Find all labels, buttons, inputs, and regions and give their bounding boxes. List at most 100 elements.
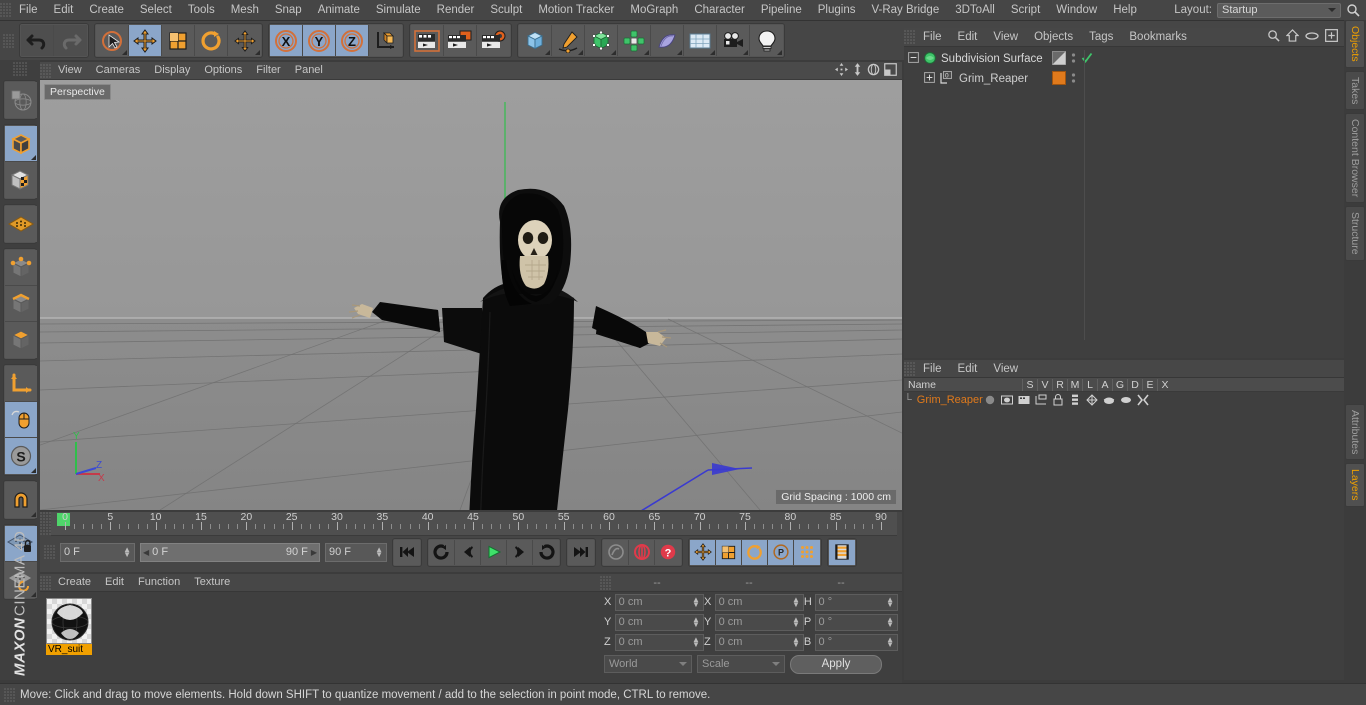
viewport-menu-display[interactable]: Display [147,62,197,79]
end-frame-field[interactable]: 90 F ▲ ▼ [325,542,387,562]
object-manager-grip[interactable] [904,30,915,44]
cube-primitive-button[interactable] [519,25,552,56]
layers-menu-file[interactable]: File [915,359,950,379]
spinner-icon[interactable]: ▲ ▼ [792,636,800,649]
spinner-icon[interactable]: ▲ ▼ [792,616,800,629]
menu-snap[interactable]: Snap [267,0,310,20]
menu-plugins[interactable]: Plugins [810,0,864,20]
menubar-grip[interactable] [0,3,11,17]
key-rotation-button[interactable] [742,539,768,565]
timeline-controls-grip[interactable] [44,545,55,559]
material-menu-create[interactable]: Create [51,574,98,591]
material-chip[interactable]: VR_suit [46,598,94,655]
layer-expression-icon[interactable] [1119,394,1134,406]
layers-rows[interactable]: └ Grim_Reaper [904,392,1344,407]
home-icon[interactable] [1285,29,1300,45]
coordinate-input[interactable]: 0 ° ▲ ▼ [814,633,898,651]
maximize-view-icon[interactable] [884,62,897,79]
menu-mesh[interactable]: Mesh [223,0,267,20]
menu-motion-tracker[interactable]: Motion Tracker [530,0,622,20]
viewport-solo-icon[interactable] [5,402,37,438]
layer-lock-icon[interactable] [1051,393,1066,406]
spinner-icon[interactable]: ▲ ▼ [375,546,383,559]
axis-mode-icon[interactable] [5,366,37,402]
deformer-button[interactable] [651,25,684,56]
search-icon[interactable] [1267,29,1280,45]
menu-edit[interactable]: Edit [46,0,82,20]
go-to-start-button[interactable] [394,539,420,565]
light-button[interactable] [750,25,783,56]
axis-y-button[interactable]: Y [303,25,336,56]
material-thumbnail[interactable] [46,598,92,644]
viewport-3d[interactable]: Perspective Grid Spacing : 1000 cm Y X Z [40,80,902,510]
keyframe-selection-button[interactable]: ? [655,539,681,565]
rotate-view-icon[interactable] [867,63,880,79]
material-menu-function[interactable]: Function [131,574,187,591]
axis-x-button[interactable]: X [270,25,303,56]
menu-create[interactable]: Create [81,0,132,20]
spinner-icon[interactable]: ▲ ▼ [692,596,700,609]
go-to-end-button[interactable] [568,539,594,565]
layer-animation-icon[interactable] [1068,394,1083,406]
layer-manager-icon[interactable] [1034,394,1049,406]
tab-layers[interactable]: Layers [1345,463,1365,507]
viewport-menu-cameras[interactable]: Cameras [89,62,148,79]
coordinate-system-select[interactable]: World [604,655,692,673]
object-row[interactable]: Subdivision Surface [904,49,1344,69]
menu-file[interactable]: File [11,0,46,20]
menu-window[interactable]: Window [1048,0,1105,20]
key-parameter-button[interactable]: P [768,539,794,565]
polygon-mode-icon[interactable] [5,322,37,358]
model-mode-icon[interactable] [5,126,37,162]
coordinate-input[interactable]: 0 ° ▲ ▼ [814,593,898,611]
render-settings-button[interactable] [477,25,510,56]
magnet-icon[interactable] [5,482,37,518]
spinner-icon[interactable]: ▲ ▼ [886,596,894,609]
add-layer-icon[interactable] [1325,29,1338,45]
layer-deformer-icon[interactable] [1102,394,1117,406]
collapse-toggle-icon[interactable] [908,52,919,66]
snap-s-icon[interactable]: S [5,438,37,474]
play-backwards-loop-button[interactable] [429,539,455,565]
material-manager-grip[interactable] [40,575,51,590]
visibility-dots-icon[interactable] [1071,71,1076,88]
menu-3dtoall[interactable]: 3DToAll [947,0,1003,20]
menu-select[interactable]: Select [132,0,180,20]
move-tool-button[interactable] [129,25,162,56]
coordinate-input[interactable]: 0 cm ▲ ▼ [614,633,704,651]
layer-generator-icon[interactable] [1085,393,1100,406]
edge-mode-icon[interactable] [5,286,37,322]
autokeying-button[interactable] [629,539,655,565]
material-menu-texture[interactable]: Texture [187,574,237,591]
coordinate-input[interactable]: 0 ° ▲ ▼ [814,613,898,631]
spinner-icon[interactable]: ▲ ▼ [792,596,800,609]
material-list[interactable]: VR_suit [40,592,600,661]
menu-help[interactable]: Help [1105,0,1145,20]
layer-row[interactable]: └ Grim_Reaper [904,392,1344,407]
spline-pen-button[interactable] [552,25,585,56]
viewport-menu-filter[interactable]: Filter [249,62,287,79]
loop-button[interactable] [533,539,559,565]
timeline-button[interactable] [829,539,855,565]
layers-grip[interactable] [904,361,915,376]
layer-render-icon[interactable] [1017,394,1032,406]
coordinate-input[interactable]: 0 cm ▲ ▼ [714,633,804,651]
visibility-dots-icon[interactable] [1071,51,1076,68]
coordinate-mode-select[interactable]: Scale [697,655,785,673]
coordinate-input[interactable]: 0 cm ▲ ▼ [614,613,704,631]
generator-button[interactable] [585,25,618,56]
viewport-menu-view[interactable]: View [51,62,89,79]
menu-animate[interactable]: Animate [310,0,368,20]
status-bar-grip[interactable] [4,687,15,702]
layer-xref-icon[interactable] [1136,394,1151,406]
array-button[interactable] [618,25,651,56]
spinner-icon[interactable]: ▲ ▼ [886,636,894,649]
layout-select[interactable]: Startup [1217,2,1341,18]
spinner-icon[interactable]: ▲ ▼ [886,616,894,629]
expand-toggle-icon[interactable] [924,72,935,86]
menu-simulate[interactable]: Simulate [368,0,429,20]
toolbar-grip[interactable] [3,33,14,48]
redo-button[interactable] [54,25,87,56]
menu-sculpt[interactable]: Sculpt [482,0,530,20]
world-object-coordinate-button[interactable] [369,25,402,56]
